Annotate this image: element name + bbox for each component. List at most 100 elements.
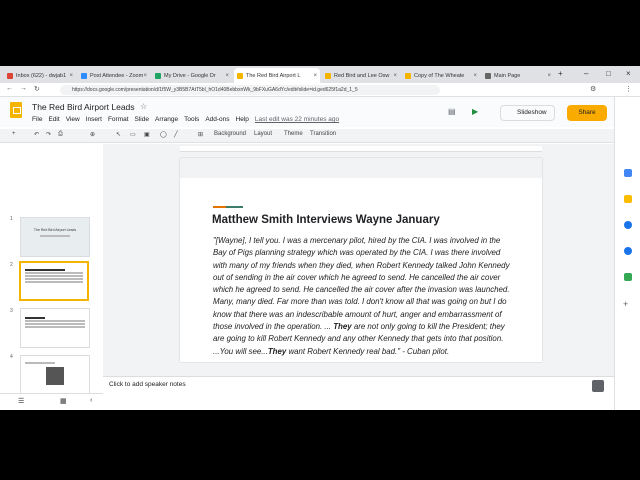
tab-drive[interactable]: My Drive - Google Dr × [152, 68, 232, 83]
slide-title[interactable]: Matthew Smith Interviews Wayne January [212, 214, 440, 226]
slide-header-band [180, 158, 542, 178]
grid-view-icon[interactable]: ▦ [60, 397, 67, 405]
slide-thumb-1[interactable]: The Red Bird Airport Leads [20, 217, 90, 257]
slide-number: 1 [10, 216, 13, 222]
print-icon[interactable]: ⎙ [58, 131, 63, 138]
tab-label: Main Page [494, 72, 521, 79]
slides-logo-icon[interactable] [10, 102, 22, 118]
menu-view[interactable]: View [66, 116, 80, 123]
textbox-icon[interactable]: ▭ [130, 131, 136, 138]
transition-button[interactable]: Transition [310, 131, 336, 137]
menu-arrange[interactable]: Arrange [155, 116, 178, 123]
tab-label: The Red Bird Airport L [246, 72, 301, 79]
thumb-line [25, 320, 85, 322]
menu-file[interactable]: File [32, 116, 42, 123]
accent-line [213, 206, 226, 208]
quote-text: "[Wayne], I tell you. I was a mercenary … [213, 236, 510, 332]
thumb-line [25, 317, 45, 319]
doc-title[interactable]: The Red Bird Airport Leads [32, 102, 135, 112]
line-icon[interactable]: ╱ [174, 131, 178, 138]
speaker-notes[interactable]: Click to add speaker notes [103, 376, 614, 393]
menu-help[interactable]: Help [236, 116, 249, 123]
slide-thumb-3[interactable] [20, 308, 90, 348]
thumb-line [25, 281, 83, 283]
extensions-icon[interactable]: ⚙ [590, 85, 596, 93]
background-button[interactable]: Background [214, 131, 246, 137]
select-icon[interactable]: ↖ [116, 131, 121, 138]
slide-number: 4 [10, 354, 13, 360]
close-icon[interactable]: × [473, 73, 477, 79]
menu-insert[interactable]: Insert [86, 116, 102, 123]
tab-red-bird-airport[interactable]: The Red Bird Airport L × [234, 68, 320, 83]
slides-icon [405, 72, 411, 79]
tasks-icon[interactable] [624, 221, 632, 229]
close-icon[interactable]: × [313, 73, 317, 79]
tab-copy-wheate[interactable]: Copy of The Wheate × [402, 68, 480, 83]
drive-icon [155, 72, 161, 79]
tab-inbox[interactable]: Inbox (622) - dwjab1 × [4, 68, 76, 83]
undo-icon[interactable]: ↶ [34, 131, 39, 138]
ruler [180, 146, 542, 152]
slide-number: 2 [10, 262, 13, 268]
redo-icon[interactable]: ↷ [46, 131, 51, 138]
menu-slide[interactable]: Slide [135, 116, 149, 123]
slide-thumb-2[interactable] [19, 261, 89, 301]
last-edit-link[interactable]: Last edit was 22 minutes ago [255, 116, 339, 123]
calendar-icon[interactable] [624, 169, 632, 177]
maps-icon[interactable] [624, 273, 632, 281]
thumb-line [25, 272, 83, 274]
url-input[interactable]: https://docs.google.com/presentation/d/1… [60, 85, 440, 95]
new-slide-icon[interactable]: + [12, 131, 16, 137]
slide-thumb-4[interactable] [20, 355, 90, 395]
star-icon[interactable]: ☆ [140, 102, 147, 111]
thumb-title: The Red Bird Airport Leads [33, 228, 77, 232]
minimize-icon[interactable]: – [584, 69, 588, 78]
image-icon[interactable]: ▣ [144, 131, 150, 138]
tab-main-page[interactable]: Main Page × [482, 68, 554, 83]
close-icon[interactable]: × [69, 73, 73, 79]
menu-format[interactable]: Format [108, 116, 129, 123]
menu-addons[interactable]: Add-ons [205, 116, 229, 123]
menu-tools[interactable]: Tools [184, 116, 199, 123]
new-tab-icon[interactable]: + [558, 69, 563, 78]
shape-icon[interactable]: ◯ [160, 131, 167, 138]
close-icon[interactable]: × [143, 73, 147, 79]
thumb-line [25, 362, 55, 364]
filmstrip-view-icon[interactable]: ☰ [18, 397, 24, 405]
view-toggle-bar: ☰ ▦ ‹ [0, 393, 103, 410]
tab-zoom[interactable]: Post Attendee - Zoom × [78, 68, 150, 83]
keep-icon[interactable] [624, 195, 632, 203]
meet-icon[interactable]: ▶ [472, 107, 478, 116]
menu-icon[interactable]: ⋮ [625, 85, 632, 93]
thumb-line [25, 323, 85, 325]
slide-body-quote[interactable]: "[Wayne], I tell you. I was a mercenary … [213, 235, 513, 358]
slideshow-button[interactable]: Slideshow [500, 105, 555, 121]
page-icon [485, 72, 491, 79]
thumb-line [25, 278, 83, 280]
back-icon[interactable]: ← [6, 85, 13, 92]
share-button[interactable]: Share [567, 105, 607, 121]
theme-button[interactable]: Theme [284, 131, 303, 137]
maximize-icon[interactable]: □ [606, 69, 611, 78]
explore-icon[interactable] [592, 380, 604, 392]
close-icon[interactable]: × [225, 73, 229, 79]
forward-icon[interactable]: → [20, 85, 27, 92]
current-slide[interactable]: Matthew Smith Interviews Wayne January "… [180, 158, 542, 362]
menu-edit[interactable]: Edit [48, 116, 59, 123]
reload-icon[interactable]: ↻ [34, 85, 40, 93]
close-icon[interactable]: × [547, 73, 551, 79]
slide-number: 3 [10, 308, 13, 314]
tab-red-bird-lee[interactable]: Red Bird and Lee Osw × [322, 68, 400, 83]
collapse-icon[interactable]: ‹ [90, 397, 92, 404]
contacts-icon[interactable] [624, 247, 632, 255]
close-window-icon[interactable]: × [626, 69, 631, 78]
comment-icon[interactable]: ▤ [448, 107, 456, 116]
comment-add-icon[interactable]: ⊞ [198, 131, 203, 138]
add-addon-icon[interactable]: + [623, 299, 628, 309]
zoom-icon[interactable]: ⊕ [90, 131, 95, 138]
quote-emphasis: They [267, 346, 287, 356]
layout-button[interactable]: Layout [254, 131, 272, 137]
close-icon[interactable]: × [393, 73, 397, 79]
side-panel: + [614, 97, 640, 410]
menu-bar: File Edit View Insert Format Slide Arran… [32, 116, 339, 123]
